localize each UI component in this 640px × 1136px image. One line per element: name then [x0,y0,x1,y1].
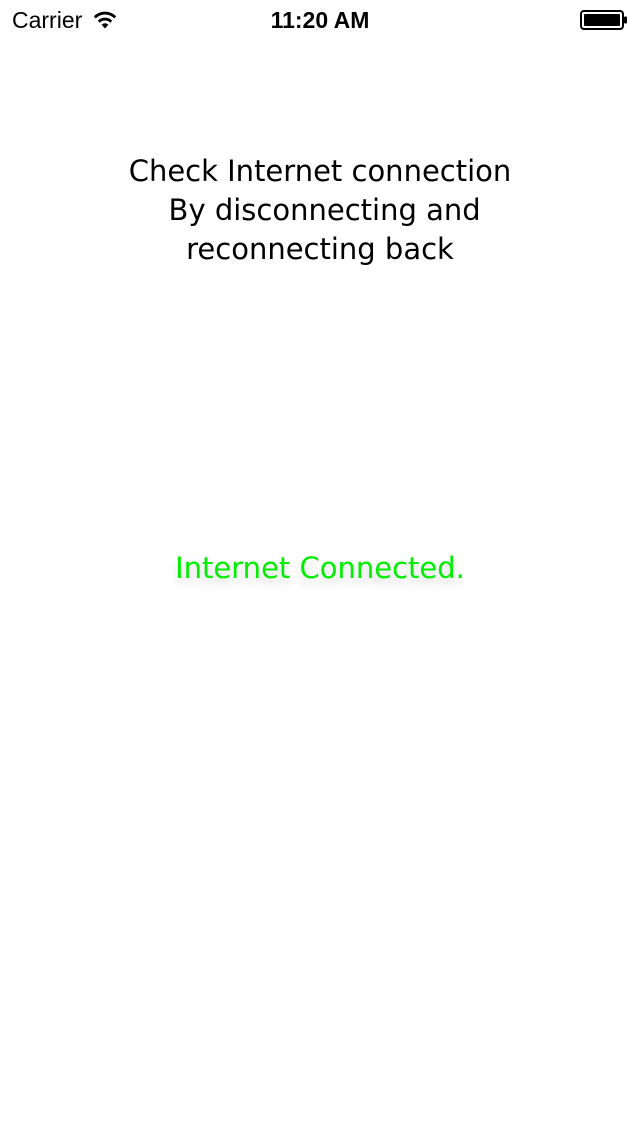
status-time: 11:20 AM [270,7,370,33]
status-bar: Carrier 11:20 AM [0,0,640,40]
instructions-line-3: reconnecting back [186,232,454,266]
instructions-text: Check Internet connection By disconnecti… [0,152,640,269]
instructions-line-2: By disconnecting and [159,193,481,227]
instructions-line-1: Check Internet connection [128,154,512,188]
connection-status-label: Internet Connected. [175,551,465,585]
battery-icon [580,10,627,30]
